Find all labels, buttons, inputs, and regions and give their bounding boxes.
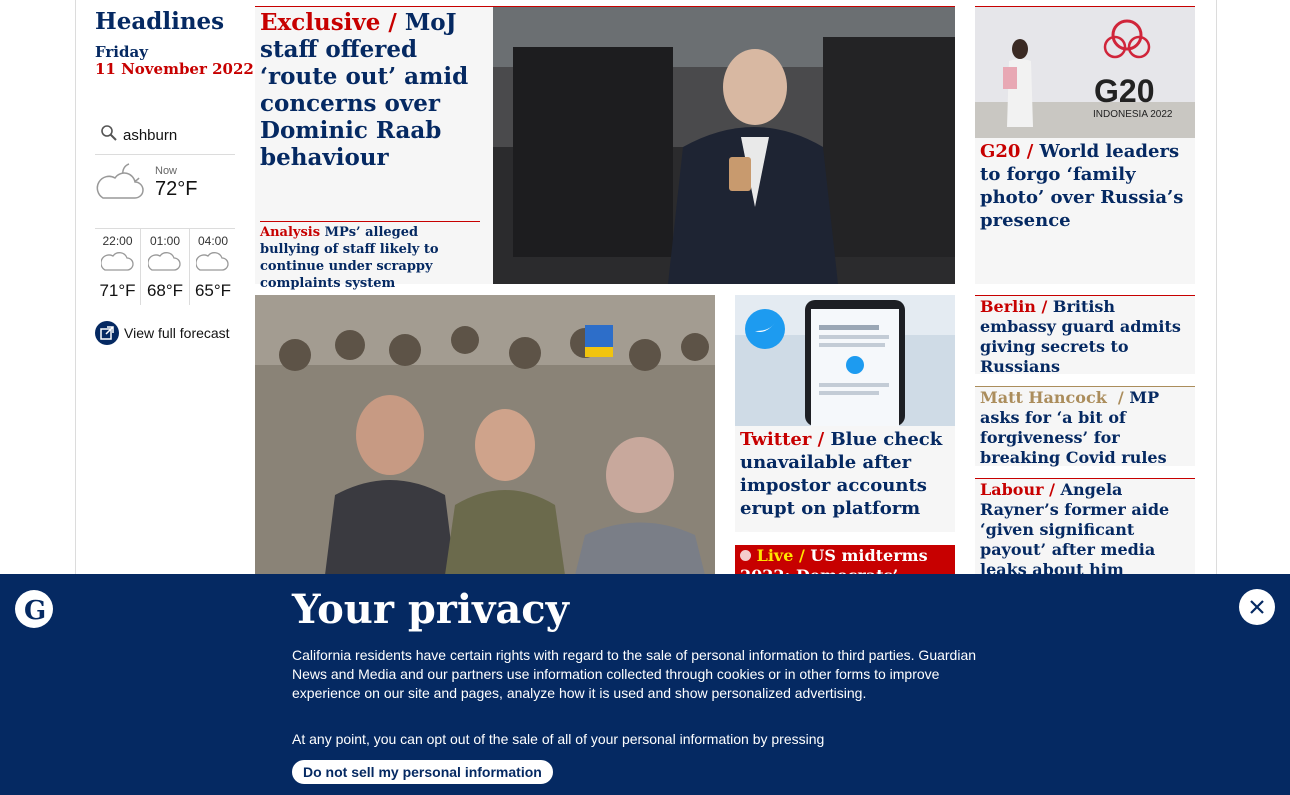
privacy-text: California residents have certain rights… (292, 647, 977, 701)
weather-now-label: Now (155, 165, 178, 177)
lead-story-headline[interactable]: Exclusive / MoJ staff offered ‘route out… (260, 9, 485, 171)
weather-hour-time: 22:00 (102, 234, 133, 248)
live-story-card[interactable]: Live / US midterms 2022: Democrats’ Sena… (735, 545, 955, 575)
weather-hour: 04:00 65°F (191, 229, 235, 305)
weather-now-temp: 72°F (155, 178, 198, 200)
berlin-story-headline[interactable]: Berlin / British embassy guard admits gi… (980, 297, 1190, 377)
weather-hour-temp: 65°F (194, 281, 232, 300)
weather-hourly: 22:00 71°F 01:00 68°F 04:00 65°F (95, 228, 235, 309)
weather-location-search[interactable]: ashburn (95, 121, 235, 155)
weather-hour-temp: 71°F (99, 281, 136, 300)
search-icon (100, 124, 118, 146)
weather-now: Now 72°F (95, 158, 235, 228)
live-story-headline[interactable]: Live / US midterms 2022: Democrats’ Sena… (740, 546, 952, 575)
twitter-story-card[interactable]: Twitter / Blue check unavailable after i… (735, 295, 955, 532)
privacy-text-optout: At any point, you can opt out of the sal… (292, 731, 825, 747)
weather-hour-time: 01:00 (149, 234, 181, 248)
video-story-image (255, 295, 715, 575)
analysis-kicker: Analysis (260, 225, 321, 240)
g20-logo-text: G20 (1094, 73, 1154, 109)
twitter-story-kicker: Twitter / (740, 429, 825, 450)
privacy-banner: G Your privacy California residents have… (0, 574, 1290, 795)
g20-story-kicker: G20 / (980, 141, 1034, 162)
live-story-kicker: Live / (756, 546, 805, 565)
twitter-story-image (735, 295, 955, 426)
cloud-icon (99, 252, 134, 271)
privacy-title: Your privacy (292, 586, 569, 633)
close-banner-button[interactable] (1239, 589, 1275, 625)
headlines-date: 11 November 2022 (95, 60, 254, 78)
headlines-day: Friday (95, 43, 148, 61)
forecast-link[interactable]: View full forecast (95, 321, 230, 345)
search-input[interactable]: ashburn (123, 127, 177, 144)
lead-story-sublink[interactable]: Analysis MPs’ alleged bullying of staff … (260, 221, 480, 292)
live-dot-icon (740, 550, 751, 561)
lead-story-image (493, 7, 955, 284)
weather-hour-time: 04:00 (197, 234, 229, 248)
weather-hour: 22:00 71°F (95, 229, 141, 305)
external-link-icon (95, 321, 119, 345)
cloud-icon (147, 252, 181, 271)
g20-story-headline[interactable]: G20 / World leaders to forgo ‘family pho… (980, 140, 1192, 232)
do-not-sell-button[interactable]: Do not sell my personal information (292, 760, 553, 784)
lead-story-kicker: Exclusive / (260, 9, 397, 36)
twitter-story-headline[interactable]: Twitter / Blue check unavailable after i… (740, 428, 952, 520)
weather-hour: 01:00 68°F (141, 229, 190, 305)
guardian-logo-icon: G (15, 590, 53, 628)
berlin-story-kicker: Berlin / (980, 297, 1048, 316)
berlin-story-card[interactable]: Berlin / British embassy guard admits gi… (975, 295, 1195, 377)
labour-story-card[interactable]: Labour / Angela Rayner’s former aide ‘gi… (975, 478, 1195, 579)
svg-text:G: G (24, 596, 46, 626)
weather-hour-temp: 68°F (146, 281, 184, 300)
lead-story-card[interactable]: Exclusive / MoJ staff offered ‘route out… (255, 6, 955, 291)
hancock-story-headline[interactable]: Matt Hancock / MP asks for ‘a bit of for… (980, 388, 1190, 468)
hancock-story-kicker: Matt Hancock / (980, 388, 1124, 407)
cloud-icon (195, 252, 229, 271)
hancock-story-card[interactable]: Matt Hancock / MP asks for ‘a bit of for… (975, 386, 1195, 468)
video-story-card[interactable] (255, 295, 715, 575)
close-icon (1250, 600, 1264, 614)
g20-story-card[interactable]: G20 INDONESIA 2022 G20 / World leaders t… (975, 6, 1195, 284)
labour-story-kicker: Labour / (980, 480, 1055, 499)
forecast-link-label[interactable]: View full forecast (124, 325, 230, 341)
labour-story-headline[interactable]: Labour / Angela Rayner’s former aide ‘gi… (980, 480, 1190, 580)
cloud-icon (95, 158, 147, 206)
g20-story-image: G20 INDONESIA 2022 (975, 7, 1195, 138)
headlines-title: Headlines (95, 8, 225, 35)
g20-logo-sub: INDONESIA 2022 (1093, 109, 1173, 120)
